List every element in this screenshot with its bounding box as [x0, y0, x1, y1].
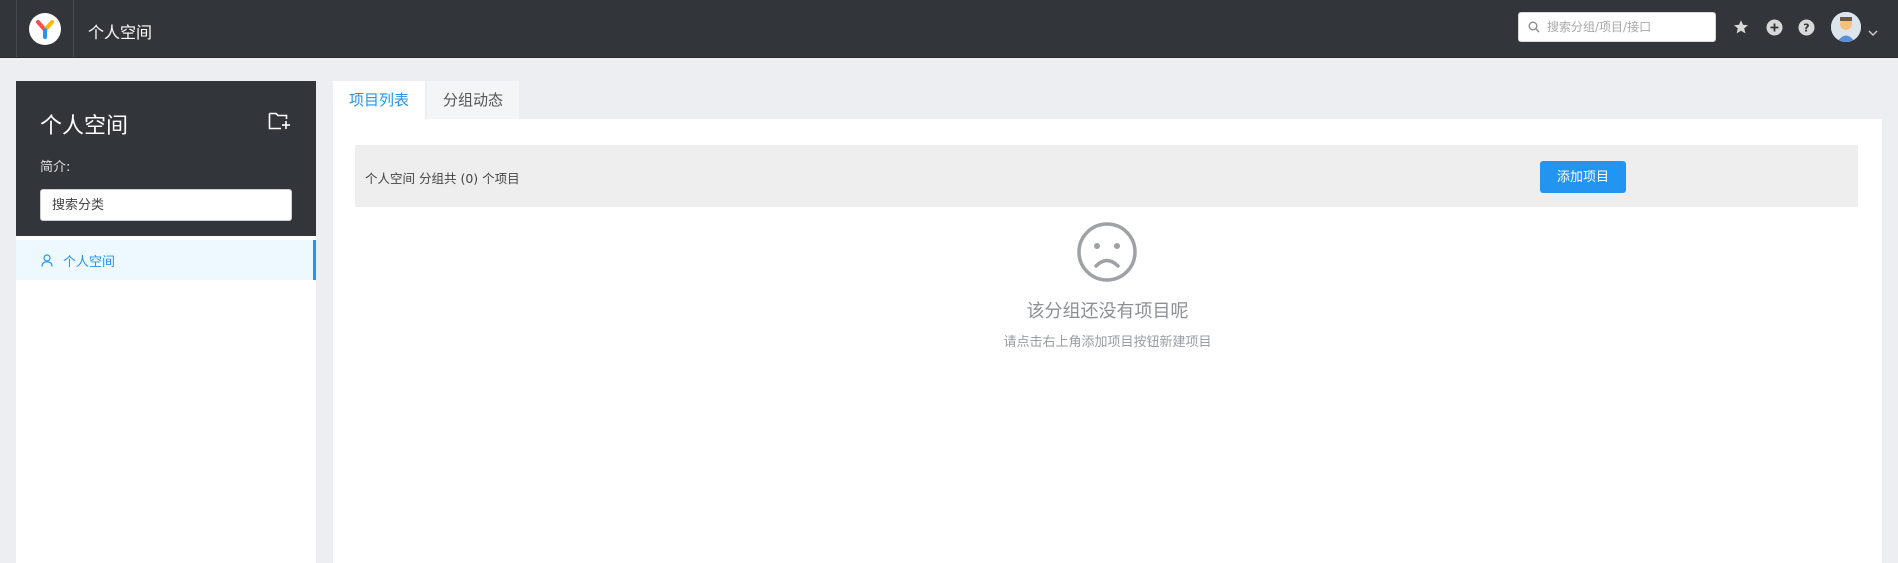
sidebar-header: 个人空间 简介: [16, 81, 316, 236]
chevron-down-icon[interactable] [1868, 22, 1878, 41]
yapi-logo-icon [29, 12, 61, 45]
frown-icon [1075, 220, 1139, 288]
folder-add-icon[interactable] [268, 111, 292, 135]
user-icon [41, 253, 53, 267]
tab-group-activity[interactable]: 分组动态 [427, 81, 520, 119]
global-search[interactable] [1518, 12, 1716, 42]
tab-project-list[interactable]: 项目列表 [333, 81, 426, 119]
project-list-panel: 个人空间 分组共 (0) 个项目 添加项目 该分组还没有项目呢 请点击右上角添加… [333, 119, 1882, 563]
logo[interactable] [16, 0, 74, 57]
avatar[interactable] [1831, 12, 1861, 42]
sidebar-item-personal-space[interactable]: 个人空间 [16, 240, 316, 280]
group-sidebar: 个人空间 简介: 个人空间 [16, 81, 316, 563]
search-icon [1528, 21, 1540, 33]
project-count-text: 个人空间 分组共 (0) 个项目 [365, 171, 520, 186]
page-title[interactable]: 个人空间 [88, 19, 152, 43]
empty-state-subtitle: 请点击右上角添加项目按钮新建项目 [1003, 335, 1212, 350]
project-summary-bar: 个人空间 分组共 (0) 个项目 添加项目 [355, 145, 1858, 207]
top-navbar: 个人空间 ? [0, 0, 1898, 58]
svg-text:?: ? [1803, 21, 1809, 34]
category-search-input[interactable] [50, 190, 284, 220]
star-icon[interactable] [1732, 18, 1750, 36]
empty-state-title: 该分组还没有项目呢 [1026, 301, 1189, 322]
global-search-input[interactable] [1545, 19, 1709, 35]
category-search[interactable] [40, 189, 292, 221]
tab-bar: 项目列表 分组动态 [333, 81, 521, 119]
sidebar-title: 个人空间 [40, 114, 129, 139]
sidebar-item-label: 个人空间 [63, 254, 116, 270]
help-icon[interactable]: ? [1797, 18, 1815, 36]
plus-circle-icon[interactable] [1765, 18, 1783, 36]
add-project-button[interactable]: 添加项目 [1540, 161, 1626, 193]
sidebar-intro-label: 简介: [40, 160, 71, 175]
